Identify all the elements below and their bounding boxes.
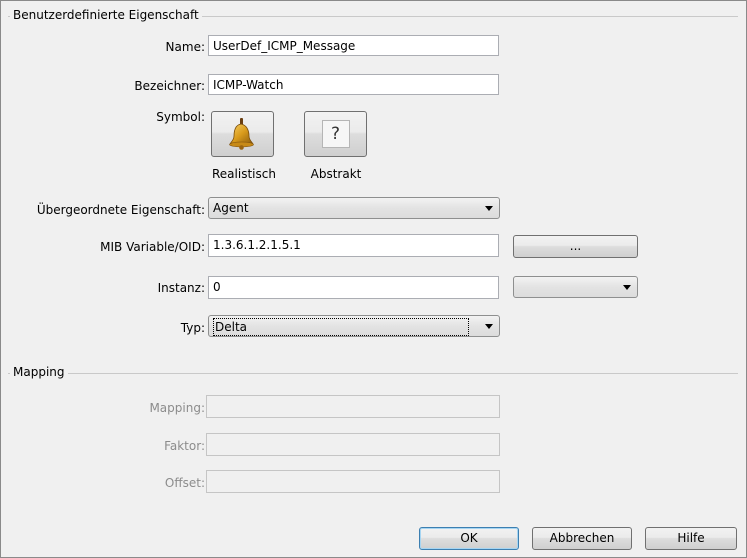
ok-button[interactable]: OK	[419, 527, 519, 550]
mib-oid-field[interactable]: 1.3.6.1.2.1.5.1	[208, 234, 499, 257]
realistic-symbol-button[interactable]	[211, 111, 274, 157]
type-label: Typ:	[180, 321, 205, 335]
mapping-field[interactable]	[206, 395, 500, 418]
parent-property-label: Übergeordnete Eigenschaft:	[36, 203, 205, 217]
chevron-down-icon	[485, 206, 493, 211]
symbol-label: Symbol:	[156, 110, 205, 124]
type-value: Delta	[215, 320, 248, 334]
instance-select[interactable]	[513, 276, 638, 298]
factor-field[interactable]	[206, 433, 500, 456]
abstract-caption: Abstrakt	[310, 167, 362, 181]
help-button[interactable]: Hilfe	[645, 527, 737, 550]
group-title-mapping: Mapping	[10, 365, 68, 379]
instance-label: Instanz:	[157, 281, 205, 295]
name-label: Name:	[165, 40, 205, 54]
identifier-label: Bezeichner:	[134, 79, 205, 93]
parent-property-select[interactable]: Agent	[208, 197, 500, 219]
type-select[interactable]: Delta	[208, 315, 500, 337]
identifier-field[interactable]: ICMP-Watch	[208, 74, 499, 95]
chevron-down-icon	[485, 324, 493, 329]
factor-label: Faktor:	[164, 439, 205, 453]
group-title-custom-property: Benutzerdefinierte Eigenschaft	[10, 8, 202, 22]
bell-icon	[228, 118, 254, 150]
cancel-button[interactable]: Abbrechen	[532, 527, 632, 550]
mapping-label: Mapping:	[149, 401, 205, 415]
mib-browse-button[interactable]: ...	[513, 235, 638, 258]
name-field[interactable]: UserDef_ICMP_Message	[208, 35, 499, 56]
mib-oid-label: MIB Variable/OID:	[100, 240, 205, 254]
parent-property-value: Agent	[213, 201, 249, 215]
abstract-symbol-button[interactable]: ?	[304, 111, 367, 157]
group-divider-mapping	[8, 373, 738, 374]
question-mark-icon: ?	[321, 120, 350, 148]
instance-field[interactable]: 0	[208, 276, 499, 299]
chevron-down-icon	[623, 285, 631, 290]
offset-field[interactable]	[206, 470, 500, 493]
offset-label: Offset:	[164, 476, 205, 490]
realistic-caption: Realistisch	[212, 167, 276, 181]
